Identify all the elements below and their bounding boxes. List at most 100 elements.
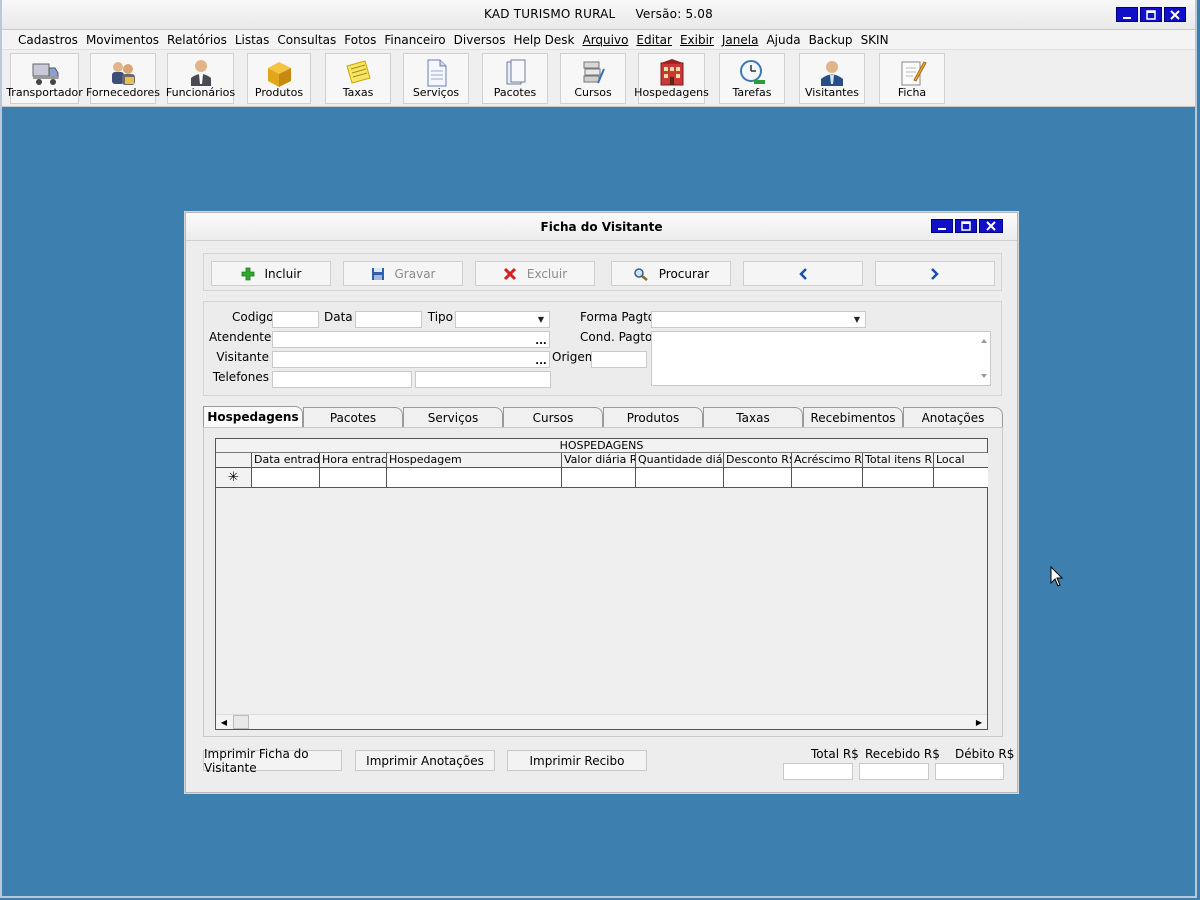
excluir-button[interactable]: Excluir xyxy=(475,261,595,286)
menu-ajuda[interactable]: Ajuda xyxy=(762,33,804,47)
toolbar-hospedagens-button[interactable]: Hospedagens xyxy=(634,53,709,104)
visitante-lookup-button[interactable]: ... xyxy=(534,352,548,367)
imprimir-recibo-button[interactable]: Imprimir Recibo xyxy=(507,750,647,771)
forma-pagto-select[interactable]: ▼ xyxy=(651,311,866,328)
tab-cursos[interactable]: Cursos xyxy=(503,407,603,427)
toolbar-produtos-button[interactable]: Produtos xyxy=(247,53,311,104)
child-maximize-button[interactable] xyxy=(955,219,977,233)
grid-header: Data entrada Hora entrada Hospedagem Val… xyxy=(216,453,988,468)
telefone1-input[interactable] xyxy=(272,371,412,388)
recebido-field[interactable] xyxy=(859,763,929,780)
menu-cadastros[interactable]: Cadastros xyxy=(14,33,82,47)
toolbar-taxas-button[interactable]: Taxas xyxy=(325,53,391,104)
menu-backup[interactable]: Backup xyxy=(805,33,857,47)
grid-cell[interactable] xyxy=(934,468,988,487)
grid-cell[interactable] xyxy=(320,468,387,487)
scroll-up-icon[interactable] xyxy=(980,338,988,344)
hospedagens-grid[interactable]: HOSPEDAGENS Data entrada Hora entrada Ho… xyxy=(215,438,988,730)
minimize-button[interactable] xyxy=(1116,7,1138,22)
close-button[interactable] xyxy=(1164,7,1186,22)
menu-arquivo[interactable]: Arquivo xyxy=(578,33,632,47)
child-minimize-button[interactable] xyxy=(931,219,953,233)
chevron-down-icon[interactable]: ▼ xyxy=(850,313,864,326)
tab-produtos[interactable]: Produtos xyxy=(603,407,703,427)
window-controls xyxy=(1116,7,1186,22)
table-row[interactable]: ✳ xyxy=(216,468,988,488)
toolbar-tarefas-button[interactable]: Tarefas xyxy=(719,53,785,104)
grid-caption: HOSPEDAGENS xyxy=(216,439,987,453)
tab-anotacoes[interactable]: Anotações xyxy=(903,407,1003,427)
column-header[interactable]: Hora entrada xyxy=(320,453,387,468)
menu-fotos[interactable]: Fotos xyxy=(340,33,380,47)
next-record-button[interactable] xyxy=(875,261,995,286)
column-header[interactable]: Acréscimo R$ xyxy=(792,453,863,468)
menu-listas[interactable]: Listas xyxy=(231,33,274,47)
grid-cell[interactable] xyxy=(562,468,636,487)
menu-janela[interactable]: Janela xyxy=(718,33,763,47)
tab-recebimentos[interactable]: Recebimentos xyxy=(803,407,903,427)
scroll-right-icon[interactable]: ▶ xyxy=(971,715,987,729)
grid-cell[interactable] xyxy=(792,468,863,487)
scroll-left-icon[interactable]: ◀ xyxy=(216,715,232,729)
toolbar-fornecedores-button[interactable]: Fornecedores xyxy=(86,53,160,104)
toolbar-funcionarios-button[interactable]: Funcionários xyxy=(166,53,235,104)
data-input[interactable] xyxy=(355,311,422,328)
column-header[interactable]: Hospedagem xyxy=(387,453,562,468)
tab-hospedagens[interactable]: Hospedagens xyxy=(203,406,303,427)
tab-taxas[interactable]: Taxas xyxy=(703,407,803,427)
column-header[interactable]: Total itens R$ xyxy=(863,453,934,468)
mouse-cursor-icon xyxy=(1050,566,1064,587)
debito-field[interactable] xyxy=(935,763,1004,780)
maximize-button[interactable] xyxy=(1140,7,1162,22)
toolbar-servicos-button[interactable]: Serviços xyxy=(403,53,469,104)
grid-cell[interactable] xyxy=(387,468,562,487)
incluir-label: Incluir xyxy=(264,266,302,281)
toolbar-transportador-button[interactable]: Transportador xyxy=(6,53,83,104)
tab-servicos[interactable]: Serviços xyxy=(403,407,503,427)
menu-exibir[interactable]: Exibir xyxy=(676,33,718,47)
grid-cell[interactable] xyxy=(863,468,934,487)
visitante-input[interactable]: ... xyxy=(272,351,550,368)
column-header[interactable]: Local xyxy=(934,453,988,468)
column-header[interactable]: Desconto R$ xyxy=(724,453,792,468)
chevron-down-icon[interactable]: ▼ xyxy=(534,313,548,326)
menu-consultas[interactable]: Consultas xyxy=(273,33,340,47)
column-header[interactable]: Valor diária R$ xyxy=(562,453,636,468)
codigo-input[interactable] xyxy=(272,311,319,328)
scroll-down-icon[interactable] xyxy=(980,373,988,379)
procurar-button[interactable]: Procurar xyxy=(611,261,731,286)
menu-skin[interactable]: SKIN xyxy=(857,33,893,47)
truck-icon xyxy=(32,63,58,85)
total-field[interactable] xyxy=(783,763,853,780)
origem-input[interactable] xyxy=(591,351,647,368)
atendente-input[interactable]: ... xyxy=(272,331,550,348)
menu-editar[interactable]: Editar xyxy=(632,33,676,47)
horizontal-scrollbar[interactable]: ◀ ▶ xyxy=(216,714,987,729)
column-header[interactable]: Data entrada xyxy=(252,453,320,468)
child-close-button[interactable] xyxy=(979,219,1003,233)
toolbar-ficha-button[interactable]: Ficha xyxy=(879,53,945,104)
grid-cell[interactable] xyxy=(636,468,724,487)
grid-cell[interactable] xyxy=(252,468,320,487)
menu-movimentos[interactable]: Movimentos xyxy=(82,33,163,47)
menu-diversos[interactable]: Diversos xyxy=(450,33,510,47)
menu-financeiro[interactable]: Financeiro xyxy=(380,33,449,47)
incluir-button[interactable]: Incluir xyxy=(211,261,331,286)
menu-help-desk[interactable]: Help Desk xyxy=(509,33,578,47)
grid-cell[interactable] xyxy=(724,468,792,487)
toolbar-cursos-button[interactable]: Cursos xyxy=(560,53,626,104)
imprimir-anotacoes-button[interactable]: Imprimir Anotações xyxy=(355,750,495,771)
tab-pacotes[interactable]: Pacotes xyxy=(303,407,403,427)
toolbar-visitantes-button[interactable]: Visitantes xyxy=(799,53,865,104)
imprimir-ficha-button[interactable]: Imprimir Ficha do Visitante xyxy=(203,747,342,775)
gravar-button[interactable]: Gravar xyxy=(343,261,463,286)
previous-record-button[interactable] xyxy=(743,261,863,286)
column-header[interactable]: Quantidade diária xyxy=(636,453,724,468)
cond-pagto-memo[interactable] xyxy=(651,331,991,386)
tipo-select[interactable]: ▼ xyxy=(455,311,550,328)
scroll-thumb[interactable] xyxy=(233,715,249,729)
telefone2-input[interactable] xyxy=(415,371,551,388)
atendente-lookup-button[interactable]: ... xyxy=(534,332,548,347)
toolbar-pacotes-button[interactable]: Pacotes xyxy=(482,53,548,104)
menu-relatorios[interactable]: Relatórios xyxy=(163,33,231,47)
